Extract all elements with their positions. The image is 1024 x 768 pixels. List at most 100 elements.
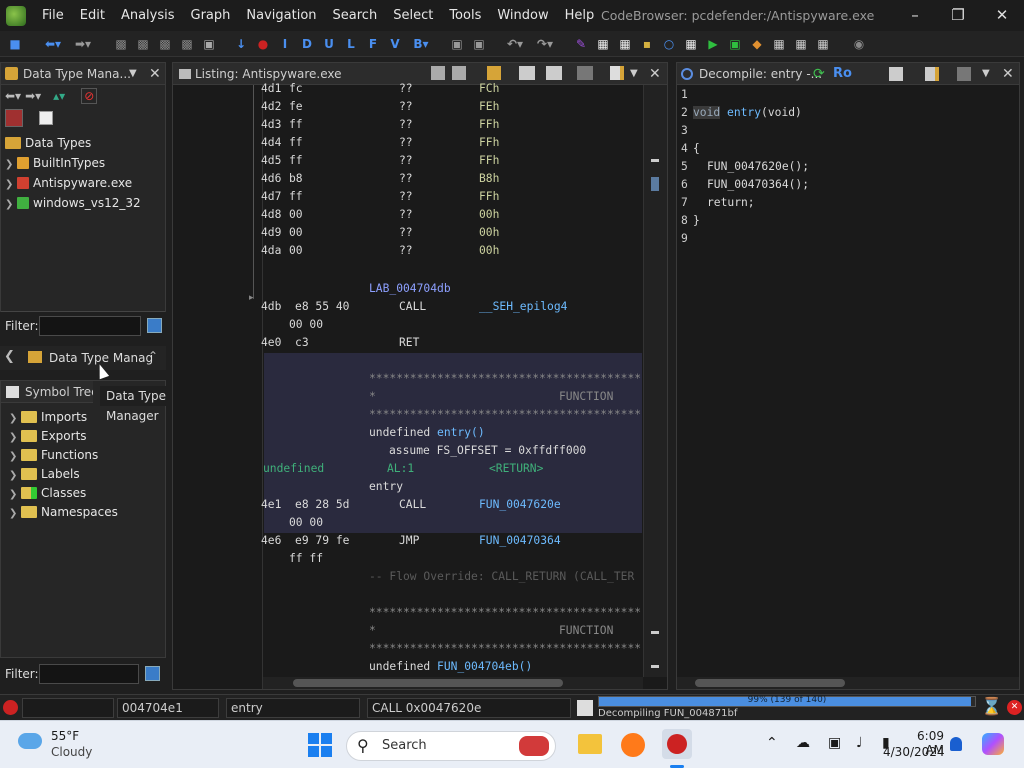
symbol-exports[interactable]: ❯ Exports — [9, 426, 87, 446]
close-icon[interactable]: ✕ — [989, 4, 1015, 26]
diff-view-icon[interactable] — [546, 66, 562, 80]
operand-seh-epilog[interactable]: __SEH_epilog4 — [479, 300, 567, 313]
nav-l-icon[interactable]: L — [342, 35, 360, 53]
restore-icon[interactable]: ❐ — [945, 4, 971, 26]
listing-row-call-seh[interactable]: 4db e8 55 40 — [261, 300, 349, 313]
redo-icon[interactable]: ↷▾ — [532, 35, 558, 53]
decompile-call-1[interactable]: FUN_0047620e(); — [707, 160, 809, 173]
edit-icon[interactable]: ✎ — [572, 35, 590, 53]
menu-analysis[interactable]: Analysis — [113, 8, 183, 23]
nav-label-icon[interactable]: ▩ — [178, 35, 196, 53]
address[interactable]: 4d8 — [261, 208, 281, 221]
decompile-call-2[interactable]: FUN_00470364(); — [707, 178, 809, 191]
copilot-icon[interactable] — [982, 733, 1004, 755]
address[interactable]: 4d6 — [261, 172, 281, 185]
ghidra-taskbar-button[interactable] — [662, 729, 692, 759]
tree-item-windows[interactable]: ❯ windows_vs12_32 — [5, 193, 141, 213]
weather-condition[interactable]: Cloudy — [51, 745, 92, 759]
decompiler-icon[interactable]: ▣ — [726, 35, 744, 53]
nav-b-icon[interactable]: B▾ — [408, 35, 434, 53]
archive-icon[interactable]: ▴▾ — [53, 89, 65, 103]
menu-dropdown-icon[interactable]: ▼ — [129, 63, 137, 84]
memory-map-icon[interactable]: ▦ — [594, 35, 612, 53]
snapshot-icon[interactable] — [957, 67, 971, 81]
address[interactable]: 4d4 — [261, 136, 281, 149]
menu-select[interactable]: Select — [385, 8, 441, 23]
close-listing-icon[interactable]: ✕ — [649, 63, 661, 84]
filter-options-icon[interactable] — [147, 318, 162, 333]
address[interactable]: 4da — [261, 244, 281, 257]
function-graph-icon[interactable]: ○ — [660, 35, 678, 53]
clock-date[interactable]: 4/30/2024 — [883, 745, 945, 759]
symbol-imports[interactable]: ❯ Imports — [9, 407, 87, 427]
start-button[interactable] — [308, 733, 332, 757]
bookmark-icon[interactable]: ● — [254, 35, 272, 53]
speaker-icon[interactable]: ♩ — [856, 735, 863, 751]
symbol-namespaces[interactable]: ❯ Namespaces — [9, 502, 118, 522]
chevron-up-icon[interactable]: ⌃ — [766, 735, 778, 751]
script-manager-icon[interactable]: ▦ — [682, 35, 700, 53]
refresh-icon[interactable]: ⟳ — [813, 63, 825, 84]
listing-row-call-fun[interactable]: 4e1 e8 28 5d — [261, 498, 349, 511]
tree-root-data-types[interactable]: Data Types — [5, 133, 91, 153]
back-icon[interactable]: ⬅▾ — [40, 35, 66, 53]
listing-row-ret[interactable]: 4e0 c3 — [261, 336, 309, 349]
nav-v-icon[interactable]: V — [386, 35, 404, 53]
forward-arrow-icon[interactable]: ➡▾ — [25, 89, 41, 103]
folder-icon[interactable]: ▪ — [638, 35, 656, 53]
tree-item-antispyware[interactable]: ❯ Antispyware.exe — [5, 173, 132, 193]
nav-f-icon[interactable]: F — [364, 35, 382, 53]
listing-row-jmp[interactable]: 4e6 e9 79 fe — [261, 534, 349, 547]
nav-i-icon[interactable]: I — [276, 35, 294, 53]
horizontal-scroll-thumb[interactable] — [695, 679, 845, 687]
snapshot-icon[interactable] — [577, 66, 593, 80]
taskbar-search-box[interactable]: ⚲ Search — [346, 731, 556, 761]
chevron-right-icon[interactable]: ❯ — [9, 504, 21, 524]
chevron-right-icon[interactable]: ❯ — [5, 155, 17, 175]
symbol-filter-options-icon[interactable] — [145, 666, 160, 681]
symbol-labels[interactable]: ❯ Labels — [9, 464, 80, 484]
copy-icon[interactable] — [431, 66, 445, 80]
menu-dropdown-icon[interactable]: ▼ — [630, 63, 638, 84]
chevron-up-icon[interactable]: ⌃ — [148, 349, 158, 363]
cursor-select-icon[interactable] — [487, 66, 501, 80]
config-icon[interactable]: ◉ — [850, 35, 868, 53]
decompile-horizontal-scrollbar[interactable] — [677, 677, 1019, 689]
nav-instruction-icon[interactable]: ▩ — [134, 35, 152, 53]
copy-icon[interactable] — [889, 67, 903, 81]
display-icon[interactable]: ▣ — [828, 735, 841, 751]
save-icon[interactable]: ■ — [6, 35, 24, 53]
data-type-filter-input[interactable] — [39, 316, 141, 336]
nav-function-icon[interactable]: ▣ — [200, 35, 218, 53]
paste-icon[interactable] — [452, 66, 466, 80]
table-icon[interactable]: ▦ — [770, 35, 788, 53]
operand-fun-0047620e[interactable]: FUN_0047620e — [479, 498, 561, 511]
menu-graph[interactable]: Graph — [183, 8, 239, 23]
nav-undefined-icon[interactable]: ▩ — [156, 35, 174, 53]
menu-tools[interactable]: Tools — [441, 8, 489, 23]
operand-fun-00470364[interactable]: FUN_00470364 — [479, 534, 561, 547]
menu-help[interactable]: Help — [557, 8, 603, 23]
entry-label[interactable]: entry — [369, 480, 403, 493]
field-edit-icon[interactable] — [519, 66, 535, 80]
label-lab-004704db[interactable]: LAB_004704db — [369, 282, 451, 295]
address[interactable]: 4d2 — [261, 100, 281, 113]
chevron-right-icon[interactable]: ❯ — [5, 175, 17, 195]
address[interactable]: 4d9 — [261, 226, 281, 239]
scroll-thumb[interactable] — [651, 177, 659, 191]
nav-u-icon[interactable]: U — [320, 35, 338, 53]
chevron-left-icon[interactable]: ❮ — [4, 349, 15, 364]
vertical-scrollbar[interactable] — [643, 85, 667, 677]
symbols-icon[interactable]: ▦ — [792, 35, 810, 53]
menu-navigation[interactable]: Navigation — [238, 8, 324, 23]
address[interactable]: 4d5 — [261, 154, 281, 167]
weather-temp[interactable]: 55°F — [51, 729, 79, 743]
filter-pointers-icon[interactable] — [5, 109, 23, 127]
horizontal-scrollbar[interactable] — [263, 677, 643, 689]
tree-item-builtintypes[interactable]: ❯ BuiltInTypes — [5, 153, 105, 173]
file-explorer-icon[interactable] — [578, 734, 602, 754]
nav-data-icon[interactable]: ▩ — [112, 35, 130, 53]
disassemble-icon[interactable]: ▣ — [470, 35, 488, 53]
undo-icon[interactable]: ↶▾ — [502, 35, 528, 53]
forward-icon[interactable]: ➡▾ — [70, 35, 96, 53]
